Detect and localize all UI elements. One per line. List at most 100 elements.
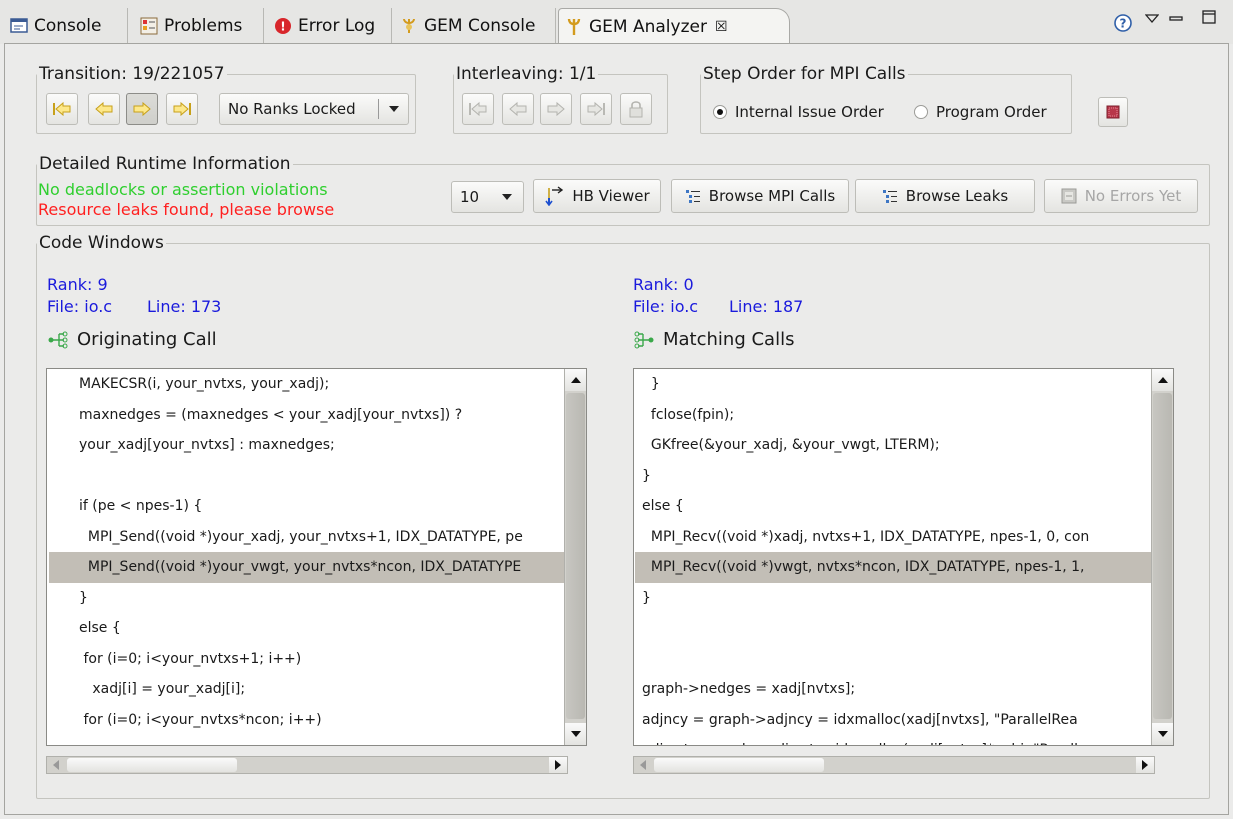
help-icon[interactable]: ? [1114,14,1132,36]
matching-calls-heading: Matching Calls [633,329,794,350]
chevron-down-icon [502,194,512,200]
tab-console[interactable]: Console [4,8,128,44]
code-line[interactable]: adjwgt = graph->adjwgt = idxmalloc(xadj[… [640,735,1151,745]
scroll-up-icon[interactable] [565,369,586,391]
previous-icon [509,101,527,117]
step-order-group: Step Order for MPI Calls [700,64,1072,134]
code-line[interactable]: MPI_Recv((void *)xadj, nvtxs+1, IDX_DATA… [640,522,1151,553]
svg-text:?: ? [1120,17,1127,31]
minimize-icon[interactable] [1169,12,1183,28]
error-log-icon: ! [274,17,292,35]
code-line[interactable]: GKfree(&your_xadj, &your_vwgt, LTERM); [640,430,1151,461]
code-line[interactable]: your_xadj[your_nvtxs] : maxnedges; [77,430,564,461]
radio-selected-icon [713,105,727,119]
scroll-left-icon[interactable] [47,757,65,773]
internal-issue-order-radio[interactable]: Internal Issue Order [713,103,884,121]
internal-issue-order-label: Internal Issue Order [735,103,884,121]
browse-mpi-calls-button[interactable]: Browse MPI Calls [671,179,849,213]
scroll-left-icon[interactable] [634,757,652,773]
tab-gem-analyzer[interactable]: GEM Analyzer ☒ [558,8,790,44]
hb-viewer-button[interactable]: HB Viewer [533,179,661,213]
program-order-radio[interactable]: Program Order [914,103,1047,121]
code-line[interactable]: if (pe < npes-1) { [77,491,564,522]
ranks-locked-combo[interactable]: No Ranks Locked [219,93,409,125]
right-file: File: io.c [633,297,699,316]
code-line[interactable]: adjncy = graph->adjncy = idxmalloc(xadj[… [640,705,1151,736]
maximize-icon[interactable] [1202,10,1216,28]
last-interleaving-button[interactable] [580,93,612,125]
code-line[interactable]: MAKECSR(i, your_nvtxs, your_xadj); [77,369,564,400]
error-list-icon [1061,188,1077,204]
scroll-right-icon[interactable] [549,757,567,773]
last-icon [173,101,191,117]
tab-error-log[interactable]: ! Error Log [268,8,392,44]
code-line[interactable]: graph->nedges = xadj[nvtxs]; [640,674,1151,705]
code-line[interactable]: else { [77,613,564,644]
matching-code-pane[interactable]: } fclose(fpin); GKfree(&your_xadj, &your… [633,368,1174,746]
code-line[interactable]: } [640,461,1151,492]
first-transition-button[interactable] [46,93,78,125]
originating-call-icon [48,331,68,348]
highlighted-code-line[interactable]: MPI_Send((void *)your_vwgt, your_nvtxs*n… [49,552,564,583]
code-line[interactable]: } [640,583,1151,614]
previous-transition-button[interactable] [88,93,120,125]
code-line[interactable]: for (i=0; i<your_nvtxs+1; i++) [77,644,564,675]
right-horizontal-scrollbar[interactable] [633,756,1155,774]
code-line[interactable]: } [77,583,564,614]
browse-leaks-button[interactable]: Browse Leaks [855,179,1035,213]
scroll-up-icon[interactable] [1152,369,1173,391]
previous-interleaving-button[interactable] [502,93,534,125]
originating-code-pane[interactable]: MAKECSR(i, your_nvtxs, your_xadj); maxned… [46,368,587,746]
transition-title: Transition: 19/221057 [39,64,225,84]
runtime-info-title: Detailed Runtime Information [39,154,291,174]
ranks-combo-value: No Ranks Locked [228,100,356,118]
lock-interleaving-button[interactable] [620,93,652,125]
code-line[interactable]: for (i=0; i<your_nvtxs*ncon; i++) [77,705,564,736]
code-line[interactable]: fclose(fpin); [640,400,1151,431]
tree-list-icon [882,190,897,203]
scroll-thumb[interactable] [67,758,237,772]
next-icon [133,101,151,117]
code-line[interactable] [640,613,1151,644]
left-file: File: io.c [47,297,113,316]
gem-console-icon [400,17,418,35]
tab-label: Console [34,16,102,36]
program-order-label: Program Order [936,103,1047,121]
vertical-scrollbar[interactable] [1151,369,1173,745]
left-horizontal-scrollbar[interactable] [46,756,568,774]
next-transition-button[interactable] [126,93,158,125]
scroll-right-icon[interactable] [1136,757,1154,773]
stop-button[interactable] [1098,97,1128,127]
leak-status-text: Resource leaks found, please browse [38,200,335,219]
tab-problems[interactable]: Problems [134,8,264,44]
count-combo-value: 10 [460,188,480,206]
code-line[interactable]: } [640,369,1151,400]
originating-call-label: Originating Call [77,329,217,350]
next-interleaving-button[interactable] [540,93,572,125]
code-line[interactable]: maxnedges = (maxnedges < your_xadj[your_… [77,400,564,431]
scroll-thumb[interactable] [1153,393,1172,719]
previous-icon [95,101,113,117]
scroll-down-icon[interactable] [1152,723,1173,745]
first-interleaving-button[interactable] [462,93,494,125]
view-menu-icon[interactable] [1144,12,1160,28]
tab-gem-console[interactable]: GEM Console [394,8,556,44]
scroll-thumb[interactable] [566,393,585,719]
code-line[interactable]: else { [640,491,1151,522]
scroll-down-icon[interactable] [565,723,586,745]
code-line[interactable] [77,461,564,492]
radio-unselected-icon [914,105,928,119]
code-line[interactable]: MPI_Send((void *)your_xadj, your_nvtxs+1… [77,522,564,553]
vertical-scrollbar[interactable] [564,369,586,745]
matching-calls-label: Matching Calls [663,329,795,350]
close-tab-icon[interactable]: ☒ [715,19,728,35]
right-line-number: Line: 187 [729,297,804,316]
scroll-thumb[interactable] [654,758,824,772]
tab-label: Problems [164,16,243,36]
code-line[interactable]: xadj[i] = your_xadj[i]; [77,674,564,705]
code-line[interactable] [640,644,1151,675]
count-combo[interactable]: 10 [451,181,524,213]
highlighted-code-line[interactable]: MPI_Recv((void *)vwgt, nvtxs*ncon, IDX_D… [635,552,1151,583]
no-errors-button[interactable]: No Errors Yet [1044,179,1198,213]
last-transition-button[interactable] [166,93,198,125]
